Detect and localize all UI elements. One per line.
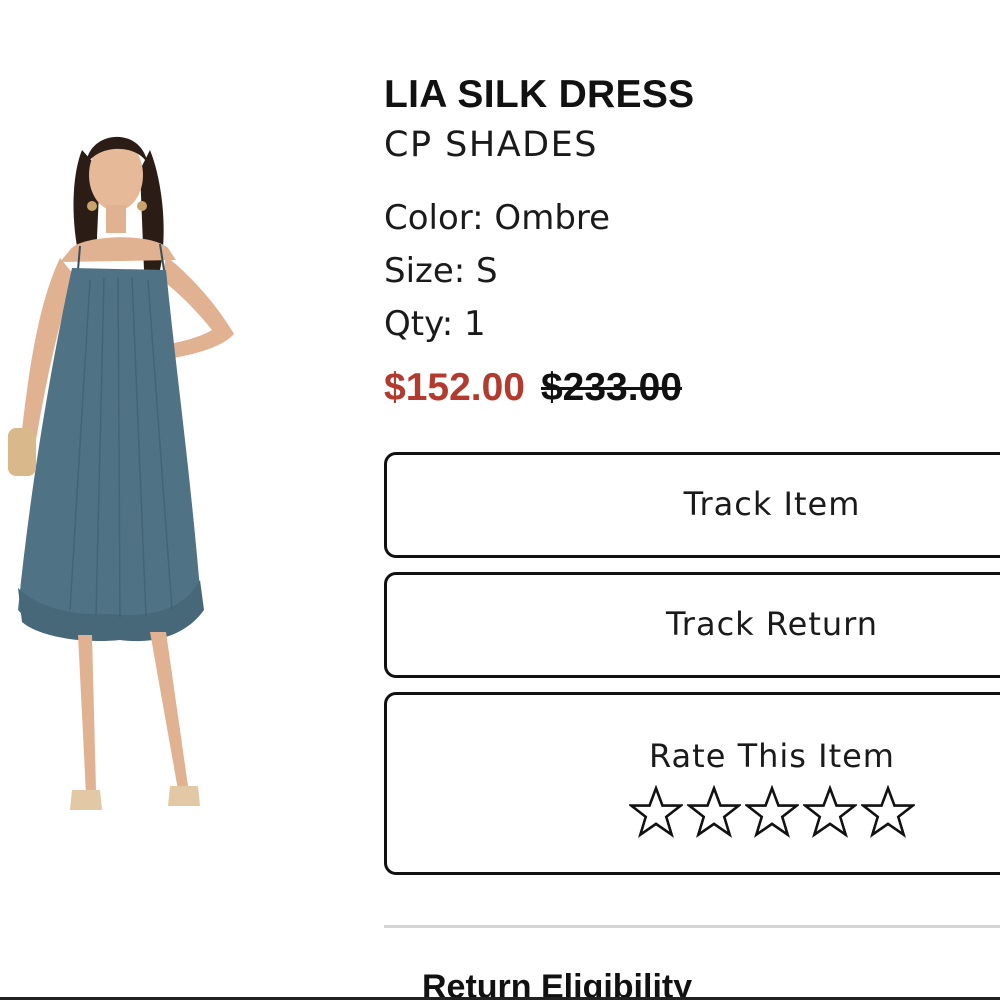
star-5-icon[interactable] [861, 785, 915, 839]
product-image[interactable] [0, 110, 270, 840]
sale-price: $152.00 [384, 366, 525, 409]
product-name: LIA SILK DRESS [384, 73, 695, 116]
rate-item-label: Rate This Item [649, 737, 895, 775]
track-item-button[interactable]: Track Item [384, 452, 1000, 558]
star-4-icon[interactable] [803, 785, 857, 839]
track-return-button[interactable]: Track Return [384, 572, 1000, 678]
star-rating [387, 785, 1000, 839]
product-details: LIA SILK DRESS CP SHADES Color: Ombre Si… [384, 72, 1000, 411]
rate-item-panel: Rate This Item [384, 692, 1000, 875]
section-divider [384, 925, 1000, 928]
original-price: $233.00 [540, 366, 682, 409]
star-3-icon[interactable] [745, 785, 799, 839]
track-return-label: Track Return [665, 605, 879, 643]
star-1-icon[interactable] [629, 785, 683, 839]
return-eligibility-heading[interactable]: Return Eligibility [422, 966, 692, 1000]
size-attribute: Size: S [384, 251, 498, 291]
product-attributes: Color: Ombre Size: S Qty: 1 [384, 192, 1000, 351]
brand-name[interactable]: CP SHADES [384, 124, 1000, 166]
quantity-attribute: Qty: 1 [384, 304, 486, 344]
star-2-icon[interactable] [687, 785, 741, 839]
price-row: $152.00 $233.00 [384, 365, 1000, 411]
track-item-label: Track Item [683, 485, 861, 523]
order-item-detail: LIA SILK DRESS CP SHADES Color: Ombre Si… [0, 0, 1000, 1000]
color-attribute: Color: Ombre [384, 198, 611, 238]
